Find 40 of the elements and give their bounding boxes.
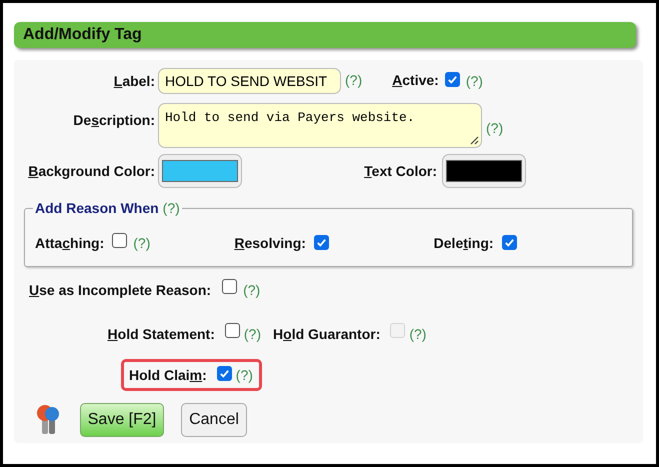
field-label: Deleting:	[434, 234, 494, 253]
checkmark-icon	[218, 368, 230, 379]
help-link[interactable]: (?)	[162, 198, 180, 219]
checkbox[interactable]	[112, 232, 128, 248]
color-picker[interactable]	[442, 154, 526, 188]
checkbox[interactable]	[222, 279, 238, 294]
field-label: Label:	[114, 72, 155, 90]
help-link[interactable]: (?)	[236, 364, 253, 386]
checkbox[interactable]	[314, 234, 329, 250]
field-label: Hold Statement:	[108, 324, 215, 344]
checkbox[interactable]	[216, 366, 232, 381]
header-title: Add/Modify Tag	[23, 25, 142, 45]
help-link[interactable]: (?)	[345, 72, 362, 88]
fieldset-legend: Add Reason When	[35, 198, 159, 219]
description-textarea[interactable]: Hold to send via Payers website.	[158, 103, 482, 148]
cancel-button[interactable]: Cancel	[181, 403, 247, 437]
checkbox[interactable]	[224, 323, 240, 338]
checkbox[interactable]	[502, 234, 517, 250]
field-label: Background Color:	[28, 162, 155, 181]
help-link[interactable]: (?)	[243, 280, 260, 300]
field-label: Hold Claim:	[129, 366, 207, 384]
label-input[interactable]: HOLD TO SEND WEBSIT	[158, 68, 341, 94]
resize-grip-icon[interactable]	[470, 136, 479, 145]
help-link[interactable]: (?)	[466, 70, 483, 92]
field-label: Active:	[392, 72, 439, 88]
checkmark-icon	[316, 236, 327, 248]
field-label: Attaching:	[35, 234, 104, 253]
field-label: Text Color:	[364, 162, 437, 180]
field-label: Hold Guarantor:	[273, 324, 380, 344]
help-link[interactable]: (?)	[133, 233, 150, 254]
color-picker[interactable]	[158, 154, 242, 188]
help-link[interactable]: (?)	[244, 324, 261, 344]
save-button[interactable]: Save [F2]	[80, 403, 164, 437]
checkmark-icon	[446, 74, 458, 85]
field-label: Description:	[73, 111, 155, 130]
checkbox[interactable]	[444, 72, 460, 87]
help-link[interactable]: (?)	[486, 120, 504, 136]
checkmark-icon	[504, 236, 515, 248]
field-label: Resolving:	[234, 234, 306, 253]
field-label: Use as Incomplete Reason:	[29, 280, 212, 300]
